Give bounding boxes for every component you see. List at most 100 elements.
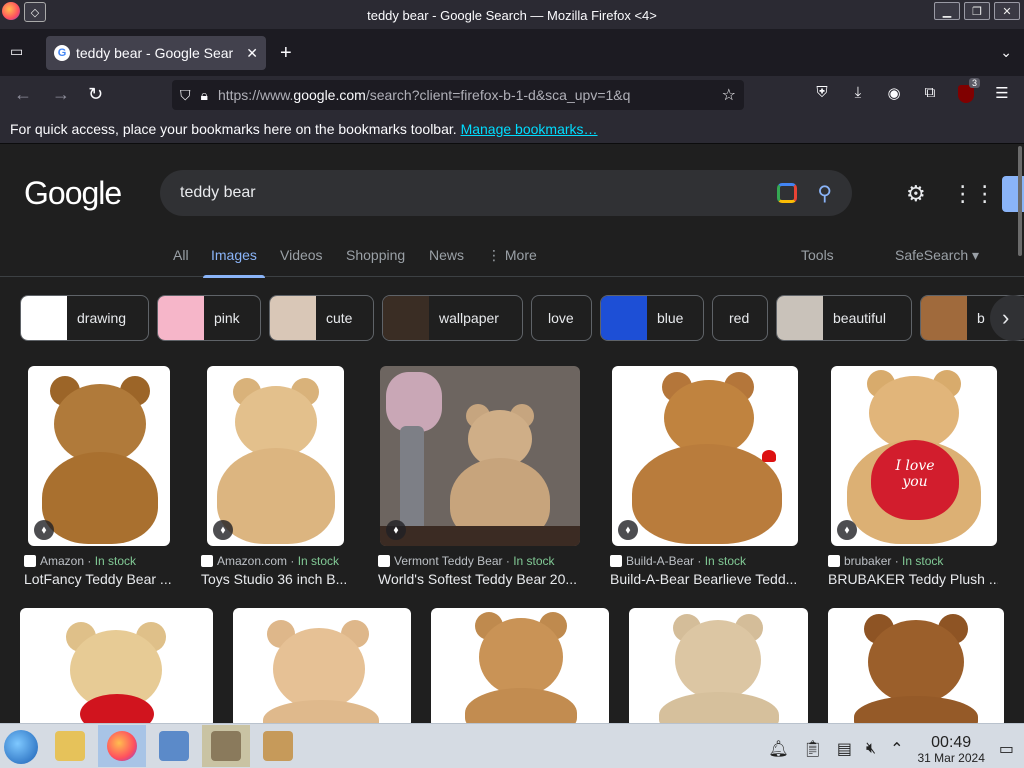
start-menu-button[interactable]: [4, 730, 38, 764]
reload-button[interactable]: ↻: [88, 84, 103, 105]
product-tag-icon: ⬧: [837, 520, 857, 540]
result-source[interactable]: Amazon · In stock: [24, 554, 136, 568]
result-image[interactable]: [233, 608, 411, 723]
downloads-icon[interactable]: ⤓: [848, 84, 868, 104]
google-logo[interactable]: Google: [24, 175, 122, 212]
manage-bookmarks-link[interactable]: Manage bookmarks…: [461, 121, 598, 137]
url-bar[interactable]: ⛉ 🔒︎ https://www.google.com/search?clien…: [172, 80, 744, 110]
heart-text-line-1: I love: [895, 458, 935, 474]
chip-wallpaper[interactable]: wallpaper: [382, 295, 523, 341]
ublock-origin-icon[interactable]: 3: [956, 78, 980, 104]
chip-pink[interactable]: pink: [157, 295, 261, 341]
gimp-icon: [211, 731, 241, 761]
result-title[interactable]: LotFancy Teddy Bear ...: [24, 571, 174, 587]
tray-expand-icon[interactable]: ⌃: [890, 739, 903, 759]
lock-icon[interactable]: 🔒︎: [201, 87, 208, 104]
tools-button[interactable]: Tools: [801, 247, 834, 263]
result-title[interactable]: BRUBAKER Teddy Plush ...: [828, 571, 998, 587]
folder-icon: [55, 731, 85, 761]
close-window-button[interactable]: ✕: [994, 2, 1020, 20]
forward-button[interactable]: →: [52, 84, 70, 105]
monitor-icon: [159, 731, 189, 761]
result-image[interactable]: ⬧: [612, 366, 798, 546]
result-image[interactable]: ⬧: [207, 366, 344, 546]
maximize-button[interactable]: ❐: [964, 2, 990, 20]
result-source[interactable]: Vermont Teddy Bear · In stock: [378, 554, 555, 568]
clock[interactable]: 00:49 31 Mar 2024: [917, 734, 984, 765]
navigation-toolbar: ← → ↻ ⛉ 🔒︎ https://www.google.com/search…: [0, 76, 1024, 114]
safesearch-button[interactable]: SafeSearch ▾: [895, 247, 979, 264]
chip-red[interactable]: red: [712, 295, 768, 341]
result-source[interactable]: Build-A-Bear · In stock: [610, 554, 746, 568]
tab-videos[interactable]: Videos: [280, 247, 323, 263]
chip-beautiful[interactable]: beautiful: [776, 295, 912, 341]
bookmarks-message: For quick access, place your bookmarks h…: [10, 121, 457, 137]
search-query[interactable]: teddy bear: [180, 184, 256, 202]
result-source[interactable]: Amazon.com · In stock: [201, 554, 339, 568]
tab-news[interactable]: News: [429, 247, 464, 263]
brubaker-favicon-icon: [828, 555, 840, 567]
result-image[interactable]: ⬧: [380, 366, 580, 546]
result-image[interactable]: [431, 608, 609, 723]
clipboard-icon[interactable]: 📋︎: [803, 739, 823, 759]
chip-love[interactable]: love: [531, 295, 592, 341]
tab-shopping[interactable]: Shopping: [346, 247, 405, 263]
show-desktop-icon[interactable]: ▭: [999, 739, 1014, 759]
chip-drawing[interactable]: drawing: [20, 295, 149, 341]
result-source[interactable]: brubaker · In stock: [828, 554, 943, 568]
chip-thumbnail: [777, 296, 823, 340]
tracking-shield-icon[interactable]: ⛉: [180, 87, 191, 104]
back-button[interactable]: ←: [14, 84, 32, 105]
clock-date: 31 Mar 2024: [917, 750, 985, 765]
list-all-tabs-icon[interactable]: ⌄: [1000, 44, 1012, 61]
tab-strip: ▭ G teddy bear - Google Sear ✕ + ⌄: [0, 30, 1024, 76]
result-title[interactable]: Build-A-Bear Bearlieve Tedd...: [610, 571, 804, 587]
volume-muted-icon[interactable]: 🔇︎: [866, 740, 876, 758]
taskbar-system-monitor[interactable]: [150, 725, 198, 767]
result-image[interactable]: [629, 608, 808, 723]
taskbar-file-manager[interactable]: [46, 725, 94, 767]
extension-badge: 3: [968, 78, 980, 88]
pocket-icon[interactable]: ⛨: [812, 84, 832, 104]
firefox-view-icon[interactable]: ▭: [10, 43, 30, 63]
browser-tab-active[interactable]: G teddy bear - Google Sear ✕: [46, 36, 266, 70]
search-box[interactable]: teddy bear ⚲: [160, 170, 852, 216]
notifications-bell-icon[interactable]: 🔔︎: [768, 739, 788, 759]
tab-images[interactable]: Images: [203, 247, 265, 278]
google-lens-icon[interactable]: [777, 183, 798, 203]
bookmarks-toolbar: For quick access, place your bookmarks h…: [0, 114, 1024, 144]
tab-more[interactable]: ⋮ More: [487, 247, 537, 264]
chip-blue[interactable]: blue: [600, 295, 704, 341]
result-title[interactable]: World's Softest Teddy Bear 20...: [378, 571, 588, 587]
result-image[interactable]: [828, 608, 1004, 723]
page-scrollbar[interactable]: [1018, 146, 1022, 256]
tab-all[interactable]: All: [173, 247, 189, 263]
settings-gear-icon[interactable]: ⚙: [906, 181, 926, 207]
result-title[interactable]: Toys Studio 36 inch B...: [201, 571, 351, 587]
url-text[interactable]: https://www.google.com/search?client=fir…: [218, 87, 688, 103]
result-image[interactable]: ⬧: [28, 366, 170, 546]
taskbar-archive-manager[interactable]: [254, 725, 302, 767]
taskbar-firefox[interactable]: [98, 725, 146, 767]
search-tabs: All Images Videos Shopping News ⋮ More T…: [0, 235, 1024, 278]
result-image[interactable]: I love you ⬧: [831, 366, 997, 546]
taskbar: 🔔︎ 📋︎ ▤ 🔇︎ ⌃ 00:49 31 Mar 2024 ▭: [0, 723, 1024, 768]
google-favicon-icon: G: [54, 45, 70, 61]
hamburger-menu-icon[interactable]: ☰: [992, 84, 1012, 104]
package-icon: [263, 731, 293, 761]
account-icon[interactable]: ◉: [884, 84, 904, 104]
product-tag-icon: ⬧: [213, 520, 233, 540]
result-image[interactable]: [20, 608, 213, 723]
new-tab-button[interactable]: +: [280, 42, 292, 65]
extensions-icon[interactable]: ⧉: [920, 84, 940, 104]
storage-icon[interactable]: ▤: [837, 739, 852, 759]
minimize-button[interactable]: ▁: [934, 2, 960, 20]
tab-close-icon[interactable]: ✕: [246, 45, 258, 62]
chip-thumbnail: [270, 296, 316, 340]
window-title: teddy bear - Google Search — Mozilla Fir…: [367, 8, 657, 23]
search-icon[interactable]: ⚲: [817, 181, 832, 206]
bookmark-star-icon[interactable]: ☆: [722, 85, 736, 105]
taskbar-gimp[interactable]: [202, 725, 250, 767]
google-apps-icon[interactable]: ⋮⋮: [952, 181, 996, 207]
chip-cute[interactable]: cute: [269, 295, 374, 341]
